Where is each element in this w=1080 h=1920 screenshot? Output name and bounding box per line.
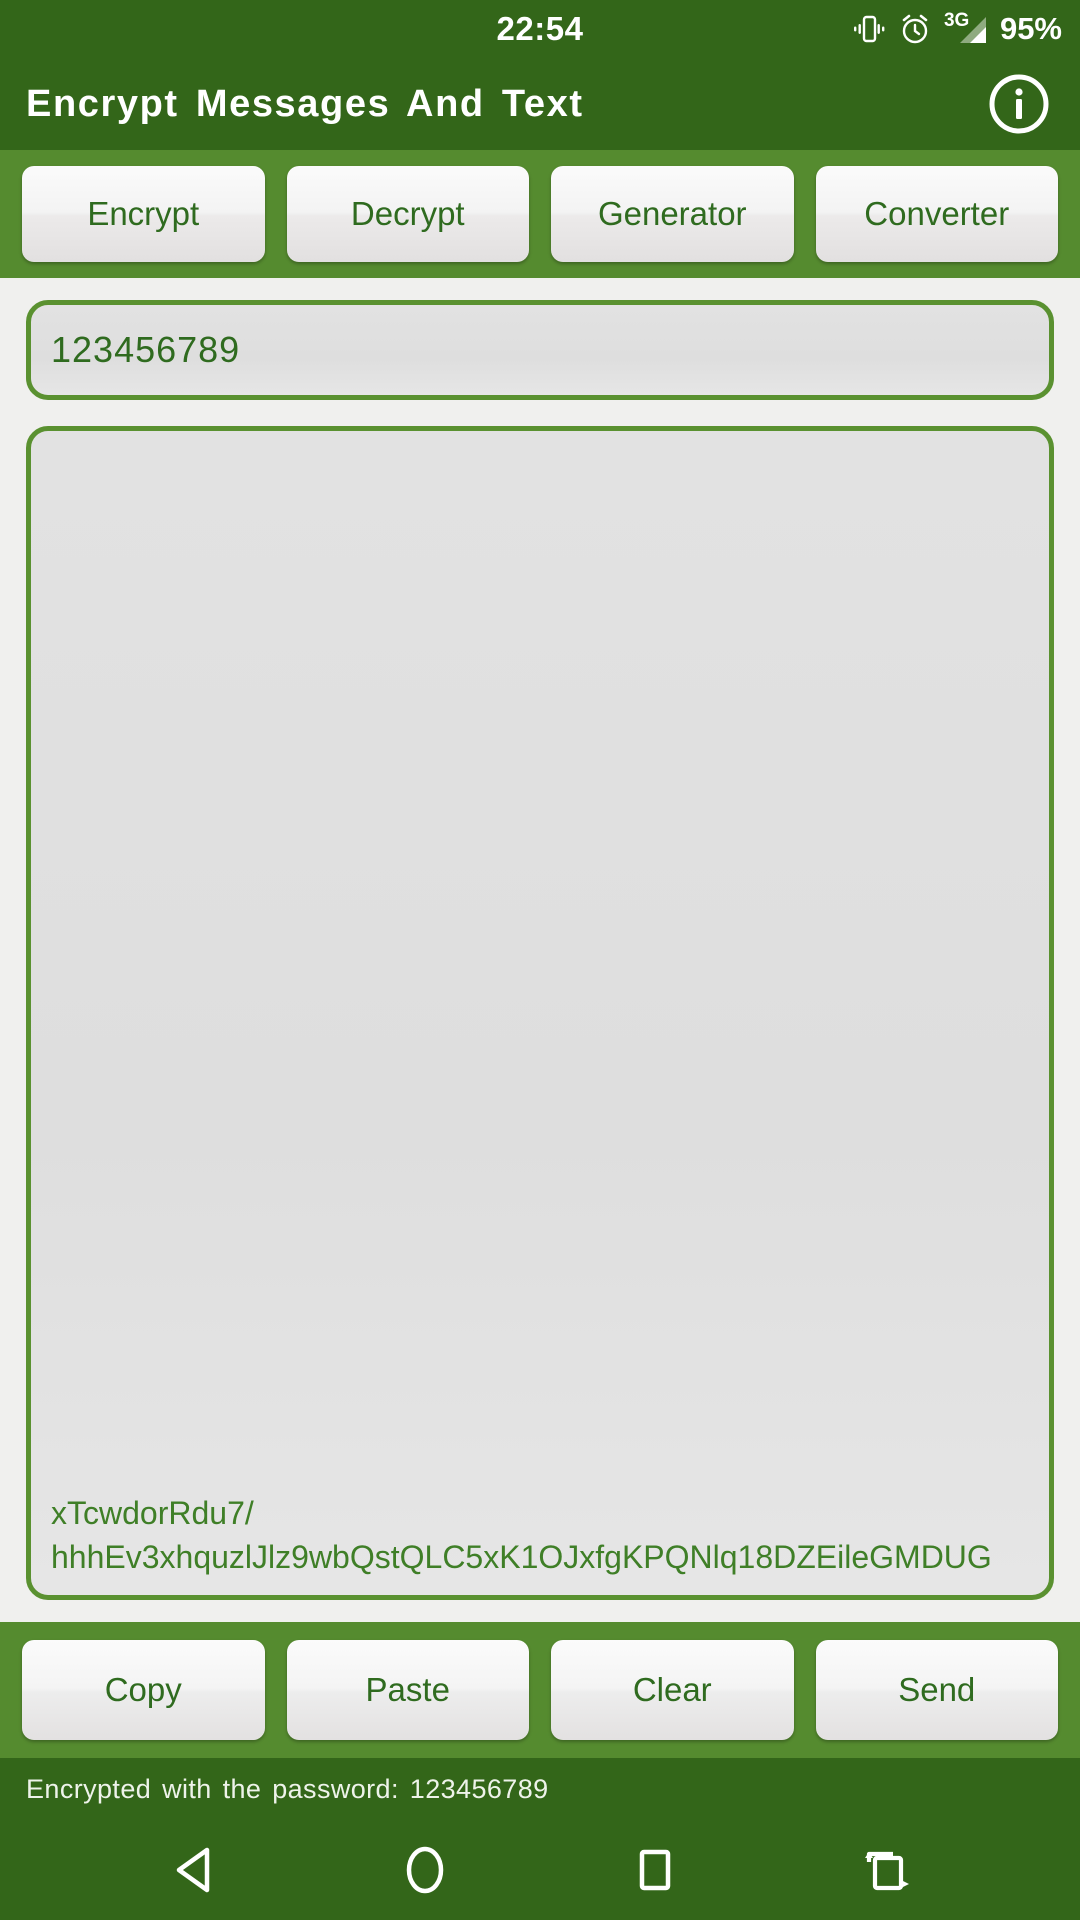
home-circle-icon xyxy=(406,1846,444,1894)
vibrate-icon xyxy=(853,15,885,43)
action-bar: Copy Paste Clear Send xyxy=(0,1622,1080,1758)
message-textarea[interactable]: xTcwdorRdu7/ hhhEv3xhquzlJlz9wbQstQLC5xK… xyxy=(26,426,1054,1600)
recents-square-icon xyxy=(639,1849,671,1891)
status-bar-icons: 3G 95% xyxy=(852,0,1062,58)
tab-encrypt[interactable]: Encrypt xyxy=(22,166,265,262)
tab-decrypt[interactable]: Decrypt xyxy=(286,166,529,262)
app-bar: Encrypt Messages And Text xyxy=(0,58,1080,150)
system-navigation-bar xyxy=(0,1820,1080,1920)
nav-recents-button[interactable] xyxy=(619,1834,691,1906)
encrypted-text-value: xTcwdorRdu7/ hhhEv3xhquzlJlz9wbQstQLC5xK… xyxy=(51,1495,992,1575)
clear-button[interactable]: Clear xyxy=(551,1640,794,1740)
rotate-screen-icon xyxy=(865,1851,909,1891)
signal-bars-icon xyxy=(959,17,986,43)
nav-home-button[interactable] xyxy=(389,1834,461,1906)
back-triangle-icon xyxy=(176,1847,210,1893)
paste-button[interactable]: Paste xyxy=(286,1640,529,1740)
alarm-icon xyxy=(902,14,928,44)
app-screen: 22:54 3G 95% Encrypt Messages And Text E… xyxy=(0,0,1080,1920)
signal-icon: 3G xyxy=(944,11,988,47)
status-message-text: Encrypted with the password: 123456789 xyxy=(26,1773,549,1804)
tab-generator[interactable]: Generator xyxy=(551,166,794,262)
info-icon[interactable] xyxy=(988,73,1050,135)
nav-rotate-button[interactable] xyxy=(849,1834,921,1906)
status-message-bar: Encrypted with the password: 123456789 xyxy=(0,1758,1080,1820)
copy-button[interactable]: Copy xyxy=(22,1640,265,1740)
battery-percentage: 95% xyxy=(999,11,1062,46)
system-status-bar: 22:54 3G 95% xyxy=(0,0,1080,58)
status-clock: 22:54 xyxy=(496,10,584,47)
password-input[interactable]: 123456789 xyxy=(26,300,1054,400)
send-button[interactable]: Send xyxy=(815,1640,1058,1740)
nav-back-button[interactable] xyxy=(159,1834,231,1906)
main-content: 123456789 xTcwdorRdu7/ hhhEv3xhquzlJlz9w… xyxy=(0,278,1080,1622)
tab-bar: Encrypt Decrypt Generator Converter xyxy=(0,150,1080,278)
password-value: 123456789 xyxy=(51,329,241,370)
page-title: Encrypt Messages And Text xyxy=(26,82,584,125)
tab-converter[interactable]: Converter xyxy=(815,166,1058,262)
